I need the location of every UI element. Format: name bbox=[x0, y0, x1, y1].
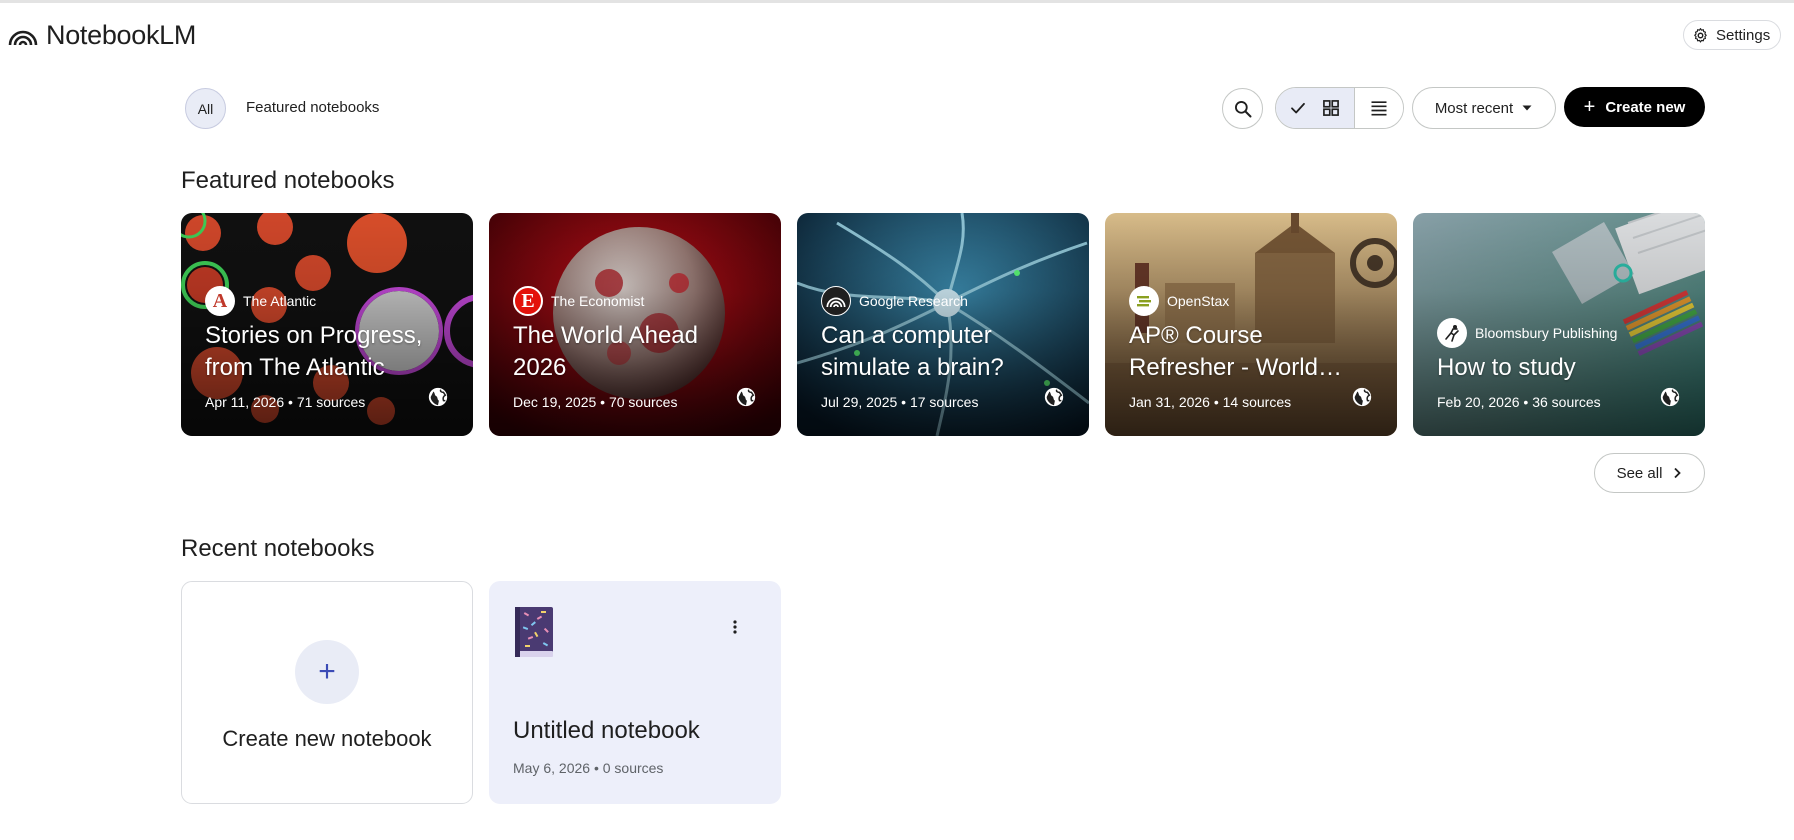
card-content: Bloomsbury Publishing How to study Feb 2… bbox=[1437, 318, 1681, 410]
card-meta: Jul 29, 2025 • 17 sources bbox=[821, 394, 979, 410]
atlantic-logo-icon: A bbox=[205, 286, 235, 316]
openstax-mark-icon bbox=[1137, 296, 1151, 307]
globe-icon bbox=[1660, 387, 1680, 407]
card-content: A The Atlantic Stories on Progress, from… bbox=[205, 286, 449, 410]
filter-chip-featured[interactable]: Featured notebooks bbox=[246, 99, 379, 116]
featured-card[interactable]: Google Research Can a computer simulate … bbox=[797, 213, 1089, 436]
card-meta: Feb 20, 2026 • 36 sources bbox=[1437, 394, 1601, 410]
list-view-button[interactable] bbox=[1355, 88, 1403, 128]
globe-icon bbox=[1352, 387, 1372, 407]
publisher-name: Google Research bbox=[859, 293, 968, 309]
card-meta: Dec 19, 2025 • 70 sources bbox=[513, 394, 678, 410]
publisher-name: The Atlantic bbox=[243, 293, 317, 309]
publisher: Google Research bbox=[821, 286, 1065, 316]
create-new-label: Create new bbox=[1605, 98, 1686, 116]
card-content: OpenStax AP® Course Refresher - World Hi… bbox=[1129, 286, 1373, 410]
settings-button[interactable]: Settings bbox=[1683, 20, 1782, 50]
see-all-button[interactable]: See all bbox=[1594, 453, 1705, 493]
app-title: NotebookLM bbox=[46, 20, 197, 50]
featured-card[interactable]: A The Atlantic Stories on Progress, from… bbox=[181, 213, 473, 436]
bloomsbury-logo-icon bbox=[1437, 318, 1467, 348]
plus-icon: + bbox=[1583, 96, 1596, 118]
globe-icon bbox=[428, 387, 448, 407]
publisher: Bloomsbury Publishing bbox=[1437, 318, 1681, 348]
featured-notebooks-row: A The Atlantic Stories on Progress, from… bbox=[181, 213, 1705, 436]
recent-notebooks-row: + Create new notebook Untitled notebook … bbox=[181, 581, 781, 804]
filter-chip-all[interactable]: All bbox=[185, 88, 226, 129]
create-new-button[interactable]: + Create new bbox=[1564, 87, 1705, 127]
card-title: AP® Course Refresher - World History:... bbox=[1129, 322, 1318, 381]
sort-label: Most recent bbox=[1434, 99, 1514, 117]
notebook-book-icon bbox=[515, 607, 553, 657]
publisher-name: OpenStax bbox=[1167, 293, 1230, 309]
sort-dropdown[interactable]: Most recent bbox=[1412, 87, 1556, 129]
chevron-right-icon bbox=[1674, 467, 1682, 479]
settings-label: Settings bbox=[1716, 26, 1771, 44]
card-title: The World Ahead 2026 bbox=[513, 322, 699, 381]
view-toggle bbox=[1275, 87, 1404, 129]
checkmark-icon bbox=[1291, 102, 1305, 114]
top-divider bbox=[0, 0, 1794, 3]
publisher-name: Bloomsbury Publishing bbox=[1475, 325, 1618, 341]
arc-icon bbox=[826, 297, 846, 308]
running-figure-icon bbox=[1445, 325, 1459, 342]
search-button[interactable] bbox=[1222, 88, 1263, 129]
grid-icon bbox=[1323, 100, 1339, 116]
recent-section-title: Recent notebooks bbox=[181, 535, 375, 562]
create-new-notebook-card[interactable]: + Create new notebook bbox=[181, 581, 473, 804]
featured-section-title: Featured notebooks bbox=[181, 167, 395, 194]
card-meta: Apr 11, 2026 • 71 sources bbox=[205, 394, 366, 410]
grid-view-button[interactable] bbox=[1276, 88, 1355, 128]
app-logo[interactable]: NotebookLM bbox=[8, 20, 196, 51]
google-research-logo-icon bbox=[821, 286, 851, 316]
plus-icon: + bbox=[295, 640, 359, 704]
card-content: Google Research Can a computer simulate … bbox=[821, 286, 1065, 410]
more-options-icon[interactable] bbox=[725, 617, 745, 637]
card-title: Stories on Progress, from The Atlantic bbox=[205, 322, 423, 381]
featured-card[interactable]: Bloomsbury Publishing How to study Feb 2… bbox=[1413, 213, 1705, 436]
publisher: E The Economist bbox=[513, 286, 757, 316]
globe-icon bbox=[1044, 387, 1064, 407]
create-new-notebook-label: Create new notebook bbox=[222, 726, 432, 751]
publisher: OpenStax bbox=[1129, 286, 1373, 316]
gear-icon bbox=[1694, 27, 1707, 43]
card-title: How to study bbox=[1437, 354, 1576, 381]
featured-card[interactable]: E The Economist The World Ahead 2026 Dec… bbox=[489, 213, 781, 436]
publisher-name: The Economist bbox=[551, 293, 645, 309]
economist-logo-icon: E bbox=[513, 286, 543, 316]
openstax-logo-icon bbox=[1129, 286, 1159, 316]
publisher: A The Atlantic bbox=[205, 286, 449, 316]
caret-down-icon bbox=[1522, 105, 1532, 111]
featured-card[interactable]: OpenStax AP® Course Refresher - World Hi… bbox=[1105, 213, 1397, 436]
card-title: Can a computer simulate a brain? bbox=[821, 322, 1004, 381]
list-icon bbox=[1371, 101, 1387, 116]
card-meta: Jan 31, 2026 • 14 sources bbox=[1129, 394, 1292, 410]
notebook-title: Untitled notebook bbox=[513, 717, 700, 744]
notebooklm-logo-icon bbox=[8, 30, 38, 45]
search-icon bbox=[1234, 100, 1251, 117]
notebook-card[interactable]: Untitled notebook May 6, 2026 • 0 source… bbox=[489, 581, 781, 804]
card-content: E The Economist The World Ahead 2026 Dec… bbox=[513, 286, 757, 410]
notebook-meta: May 6, 2026 • 0 sources bbox=[513, 760, 664, 776]
globe-icon bbox=[736, 387, 756, 407]
see-all-label: See all bbox=[1616, 464, 1663, 482]
